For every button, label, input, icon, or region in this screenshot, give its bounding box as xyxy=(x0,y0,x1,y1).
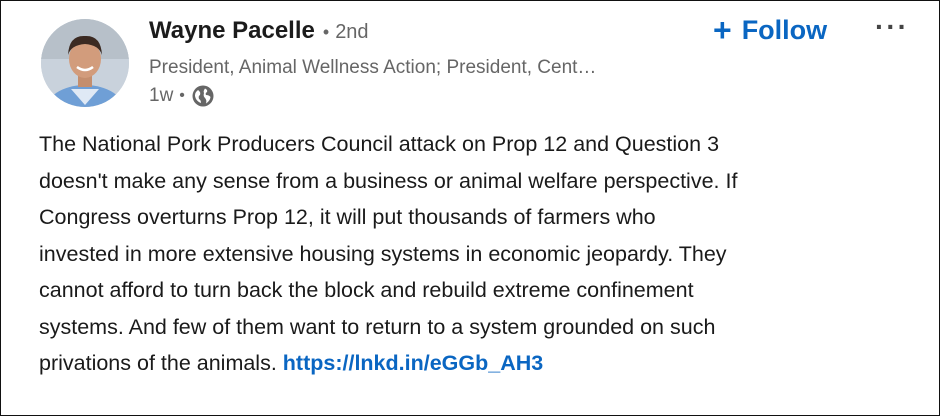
post-body: The National Pork Producers Council atta… xyxy=(39,126,919,382)
author-photo xyxy=(41,19,129,107)
post-body-line: doesn't make any sense from a business o… xyxy=(39,168,738,193)
follow-label: Follow xyxy=(741,14,828,45)
name-separator: • xyxy=(322,22,330,42)
meta-separator: • xyxy=(179,87,185,104)
connection-degree: 2nd xyxy=(335,21,369,43)
post-body-line: cannot afford to turn back the block and… xyxy=(39,278,694,302)
plus-icon: + xyxy=(713,12,732,48)
post-time[interactable]: 1w xyxy=(149,85,173,107)
author-avatar[interactable] xyxy=(41,19,129,107)
post-body-line: invested in more extensive housing syste… xyxy=(39,241,727,266)
author-headline[interactable]: President, Animal Wellness Action; Presi… xyxy=(149,57,596,79)
author-name-line: Wayne Pacelle • 2nd xyxy=(149,17,369,45)
follow-button[interactable]: + Follow xyxy=(713,14,827,46)
post-body-text: privations of the animals. xyxy=(39,351,283,375)
post-body-last-line: privations of the animals. https://lnkd.… xyxy=(39,345,919,382)
author-name[interactable]: Wayne Pacelle xyxy=(149,17,315,45)
post-body-line: systems. And few of them want to return … xyxy=(39,314,716,339)
more-options-icon[interactable]: ··· xyxy=(875,11,909,43)
post-link[interactable]: https://lnkd.in/eGGb_AH3 xyxy=(283,351,543,375)
linkedin-post-card: Wayne Pacelle • 2nd President, Animal We… xyxy=(0,0,940,416)
globe-icon xyxy=(191,84,215,108)
post-meta: 1w • xyxy=(149,84,215,108)
post-body-line: Congress overturns Prop 12, it will put … xyxy=(39,205,656,229)
post-body-line: The National Pork Producers Council atta… xyxy=(39,132,720,156)
